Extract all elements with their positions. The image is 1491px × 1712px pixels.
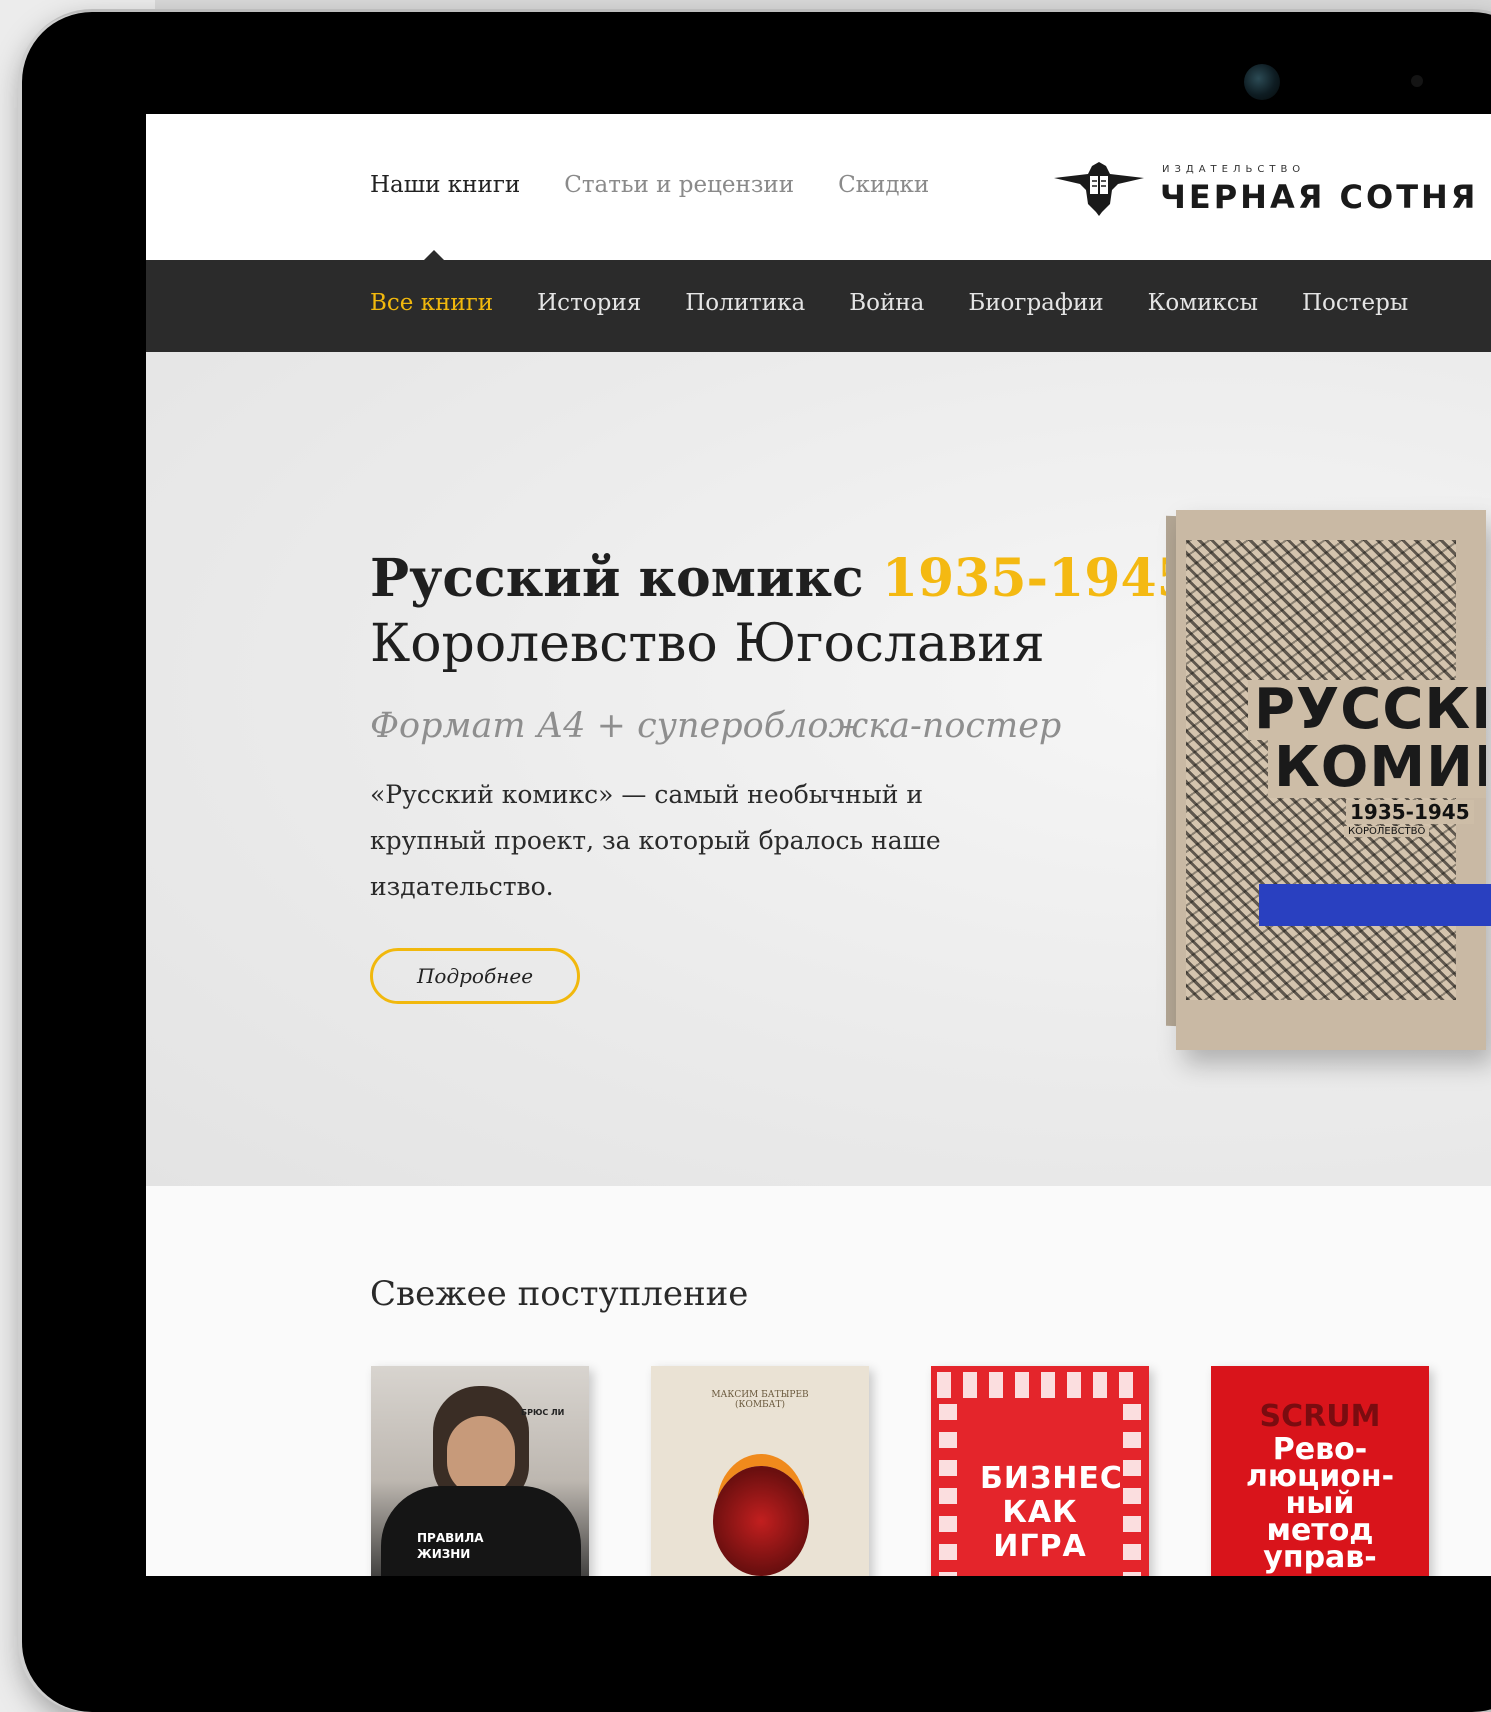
category-war[interactable]: Война — [849, 290, 924, 316]
hero-banner: Русский комикс 1935-1945 Королевство Юго… — [146, 352, 1491, 1186]
hero-format: Формат А4 + суперобложка-постер — [370, 706, 1062, 746]
more-button[interactable]: Подробнее — [370, 948, 580, 1004]
book-cover-card[interactable]: БИЗНЕС КАК ИГРА — [931, 1366, 1149, 1576]
logo-subtitle: ИЗДАТЕЛЬСТВО — [1162, 164, 1306, 175]
cover-author: МАКСИМ БАТЫРЕВ (КОМБАТ) — [711, 1390, 809, 1410]
fresh-arrivals-title: Свежее поступление — [370, 1274, 749, 1314]
hero-title: Русский комикс 1935-1945 — [370, 548, 1193, 609]
icons-row — [937, 1372, 1143, 1398]
book-title-line2: КОМИКС — [1268, 738, 1486, 798]
book-subtitle: КОРОЛЕВСТВО — [1344, 826, 1430, 837]
site-header: Наши книги Статьи и рецензии Скидки ИЗДА… — [146, 114, 1491, 260]
cover-title: Рево- люцион- ный метод управ- — [1245, 1432, 1395, 1575]
cover-author: БРЮС ЛИ — [521, 1408, 565, 1417]
category-all-books[interactable]: Все книги — [370, 290, 493, 316]
site-logo[interactable]: ИЗДАТЕЛЬСТВО ЧЕРНАЯ СОТНЯ — [1054, 156, 1475, 226]
camera-icon — [1244, 64, 1280, 100]
top-nav-discounts[interactable]: Скидки — [838, 172, 929, 198]
book-cover-card[interactable]: БРЮС ЛИ ПРАВИЛА ЖИЗНИ — [371, 1366, 589, 1576]
hero-subtitle: Королевство Югославия — [370, 614, 1045, 674]
background-strip — [155, 0, 1491, 12]
top-nav-articles[interactable]: Статьи и рецензии — [564, 172, 794, 198]
book-years: 1935-1945 — [1346, 800, 1474, 824]
cover-pretitle: SCRUM — [1259, 1399, 1381, 1434]
book-cover: РУССКИЙ КОМИКС 1935-1945 КОРОЛЕВСТВО — [1176, 510, 1486, 1050]
book-title-line1: РУССКИЙ — [1248, 680, 1486, 740]
tattoo-heart-illustration — [713, 1466, 809, 1576]
book-covers-row: БРЮС ЛИ ПРАВИЛА ЖИЗНИ МАКСИМ БАТЫРЕВ (КО… — [371, 1366, 1429, 1576]
hero-years: 1935-1945 — [881, 548, 1193, 609]
category-bar: Все книги История Политика Война Биограф… — [146, 260, 1491, 352]
book-cover-card[interactable]: SCRUM Рево- люцион- ный метод управ- — [1211, 1366, 1429, 1576]
top-nav-our-books[interactable]: Наши книги — [370, 172, 520, 198]
icons-column-left — [939, 1404, 957, 1576]
cover-title: ПРАВИЛА ЖИЗНИ — [417, 1531, 484, 1561]
sensor-icon — [1411, 75, 1423, 87]
logo-title: ЧЕРНАЯ СОТНЯ — [1160, 178, 1479, 216]
icons-column-right — [1123, 1404, 1141, 1576]
category-posters[interactable]: Постеры — [1302, 290, 1408, 316]
book-band — [1259, 884, 1491, 926]
hero-book-image[interactable]: РУССКИЙ КОМИКС 1935-1945 КОРОЛЕВСТВО — [1166, 510, 1491, 1070]
fresh-arrivals: Свежее поступление БРЮС ЛИ ПРАВИЛА ЖИЗНИ… — [146, 1186, 1491, 1576]
category-history[interactable]: История — [537, 290, 641, 316]
book-cover-card[interactable]: МАКСИМ БАТЫРЕВ (КОМБАТ) — [651, 1366, 869, 1576]
active-nav-pointer — [424, 250, 444, 260]
hero-title-text: Русский комикс — [370, 548, 864, 609]
category-biographies[interactable]: Биографии — [968, 290, 1103, 316]
tablet-screen: Наши книги Статьи и рецензии Скидки ИЗДА… — [146, 114, 1491, 1576]
top-nav: Наши книги Статьи и рецензии Скидки — [370, 172, 929, 198]
category-comics[interactable]: Комиксы — [1148, 290, 1258, 316]
eagle-book-icon — [1054, 162, 1144, 216]
hero-description: «Русский комикс» — самый необычный и кру… — [370, 780, 941, 901]
category-nav: Все книги История Политика Война Биограф… — [370, 290, 1408, 316]
cover-title: БИЗНЕС КАК ИГРА — [980, 1461, 1123, 1564]
category-politics[interactable]: Политика — [685, 290, 805, 316]
